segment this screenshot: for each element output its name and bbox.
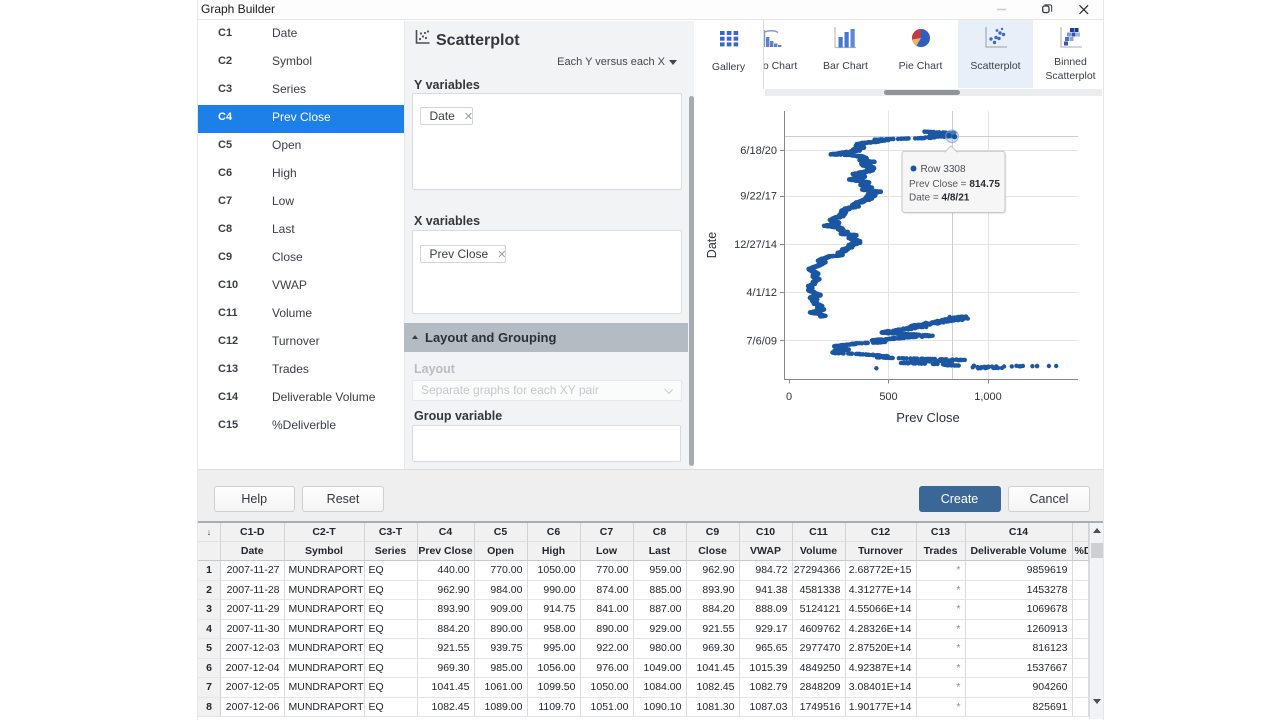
svg-text:9/22/17: 9/22/17 bbox=[740, 191, 777, 203]
svg-text:12/27/14: 12/27/14 bbox=[734, 239, 777, 251]
svg-text:Row 3308: Row 3308 bbox=[921, 164, 966, 175]
svg-text:Prev Close: Prev Close bbox=[896, 410, 960, 425]
svg-text:Date: Date bbox=[705, 232, 719, 258]
svg-text:Prev Close = 814.75: Prev Close = 814.75 bbox=[909, 179, 1000, 190]
svg-text:1,000: 1,000 bbox=[974, 391, 1002, 403]
svg-text:Date = 4/8/21: Date = 4/8/21 bbox=[909, 193, 970, 204]
svg-text:7/6/09: 7/6/09 bbox=[746, 335, 777, 347]
svg-text:4/1/12: 4/1/12 bbox=[746, 287, 777, 299]
svg-text:0: 0 bbox=[786, 391, 792, 403]
svg-text:6/18/20: 6/18/20 bbox=[740, 145, 777, 157]
svg-text:500: 500 bbox=[879, 391, 897, 403]
